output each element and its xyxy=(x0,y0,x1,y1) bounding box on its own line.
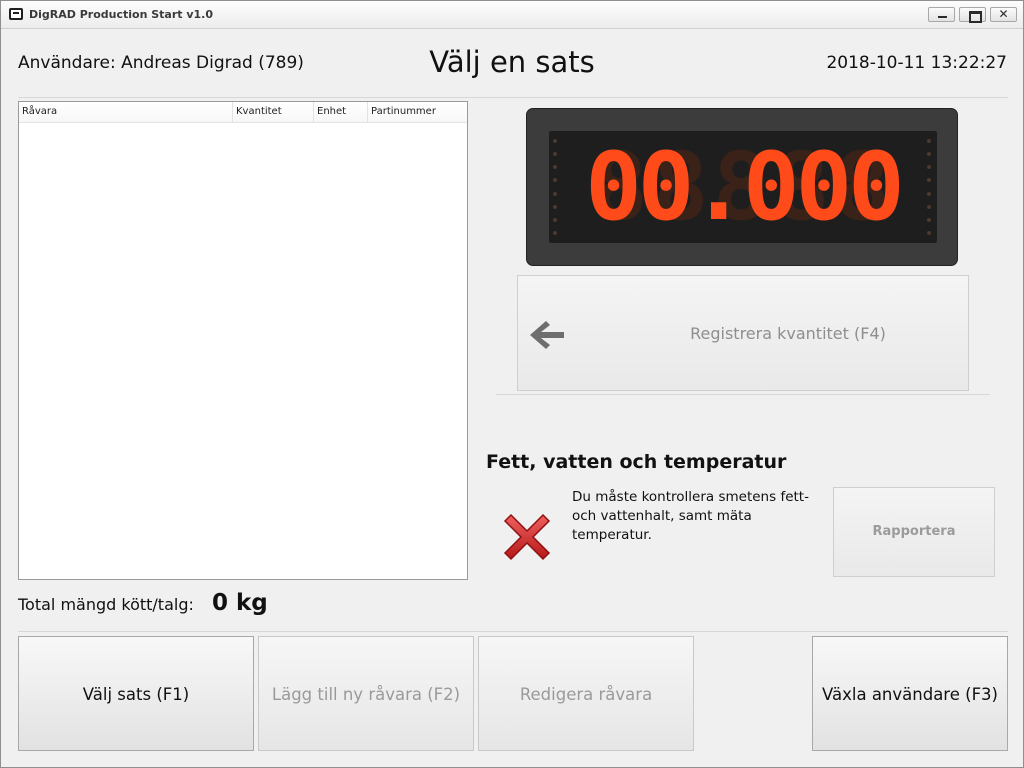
report-button-label: Rapportera xyxy=(872,524,956,539)
divider xyxy=(496,394,990,395)
display-dots-right xyxy=(927,139,933,235)
maximize-button[interactable] xyxy=(959,7,986,23)
fat-water-temp-heading: Fett, vatten och temperatur xyxy=(486,451,787,473)
register-quantity-label: Registrera kvantitet (F4) xyxy=(690,324,886,343)
title-bar[interactable]: DigRAD Production Start v1.0 ✕ xyxy=(1,1,1023,29)
materials-table[interactable]: Råvara Kvantitet Enhet Partinummer xyxy=(18,101,468,580)
window-title: DigRAD Production Start v1.0 xyxy=(29,8,214,21)
select-batch-button[interactable]: Välj sats (F1) xyxy=(18,636,254,751)
datetime-label: 2018-10-11 13:22:27 xyxy=(826,53,1007,73)
register-quantity-button[interactable]: Registrera kvantitet (F4) xyxy=(517,275,969,391)
divider xyxy=(18,631,1008,632)
display-dots-left xyxy=(553,139,559,235)
maximize-icon xyxy=(960,8,985,23)
scale-display: 88888 00.000 xyxy=(526,108,958,266)
column-header-quantity[interactable]: Kvantitet xyxy=(233,102,314,122)
app-window: DigRAD Production Start v1.0 ✕ Användare… xyxy=(0,0,1024,768)
select-batch-label: Välj sats (F1) xyxy=(82,685,190,704)
red-x-icon xyxy=(503,513,551,561)
total-meat-value: 0 kg xyxy=(212,590,268,616)
minimize-button[interactable] xyxy=(928,7,955,22)
column-header-batch-number[interactable]: Partinummer xyxy=(368,102,465,122)
scale-display-face: 88888 00.000 xyxy=(549,131,937,243)
app-icon xyxy=(9,8,23,20)
edit-material-label: Redigera råvara xyxy=(519,685,653,704)
close-icon: ✕ xyxy=(998,7,1009,21)
switch-user-button[interactable]: Växla användare (F3) xyxy=(812,636,1008,751)
switch-user-label: Växla användare (F3) xyxy=(822,685,998,704)
minimize-icon xyxy=(929,8,954,21)
add-material-button[interactable]: Lägg till ny råvara (F2) xyxy=(258,636,474,751)
scale-readout-value: 00.000 xyxy=(585,137,901,237)
edit-material-button[interactable]: Redigera råvara xyxy=(478,636,694,751)
close-button[interactable]: ✕ xyxy=(990,7,1017,22)
scale-readout: 88888 00.000 xyxy=(585,137,905,237)
divider xyxy=(18,97,1008,98)
add-material-label: Lägg till ny råvara (F2) xyxy=(271,685,461,704)
report-button[interactable]: Rapportera xyxy=(833,487,995,577)
total-meat-label: Total mängd kött/talg: xyxy=(18,595,194,614)
table-header: Råvara Kvantitet Enhet Partinummer xyxy=(19,102,467,123)
column-header-unit[interactable]: Enhet xyxy=(314,102,368,122)
fat-water-temp-message: Du måste kontrollera smetens fett- och v… xyxy=(572,489,809,543)
column-header-material[interactable]: Råvara xyxy=(19,102,233,122)
